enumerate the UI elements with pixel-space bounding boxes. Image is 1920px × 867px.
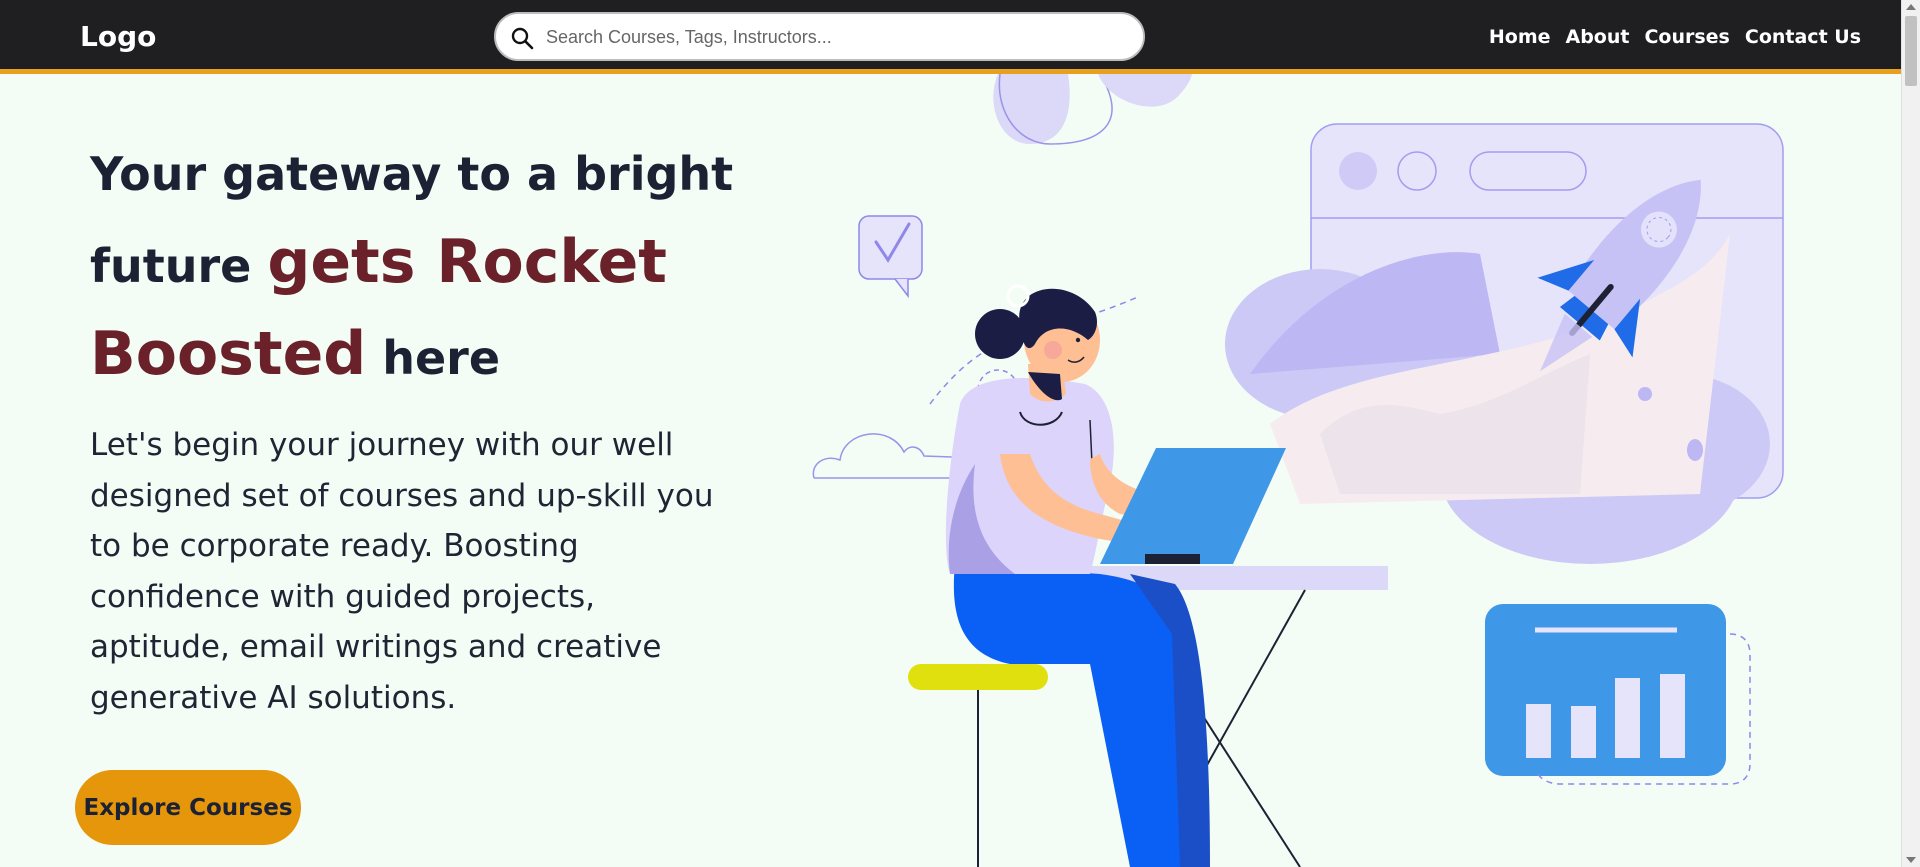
scroll-down-arrow-icon[interactable] — [1906, 857, 1916, 863]
scroll-up-arrow-icon[interactable] — [1906, 4, 1916, 10]
top-cloud-icon — [993, 74, 1192, 145]
hero-illustration — [812, 74, 1784, 867]
logo[interactable]: Logo — [80, 20, 156, 53]
nav-home-link[interactable]: Home — [1489, 26, 1551, 48]
navbar: Logo Home About Courses Contact Us — [0, 0, 1901, 74]
stats-card-icon — [1485, 604, 1751, 785]
stool-icon — [908, 664, 1048, 867]
hero-description: Let's begin your journey with our well d… — [90, 427, 714, 716]
nav-courses-link[interactable]: Courses — [1644, 26, 1729, 48]
hero-headline: Your gateway to a bright future gets Roc… — [90, 130, 770, 402]
scroll-thumb[interactable] — [1905, 16, 1917, 86]
main-nav: Home About Courses Contact Us — [1489, 26, 1861, 48]
search-input[interactable] — [546, 20, 1126, 54]
nav-about-link[interactable]: About — [1566, 26, 1630, 48]
search-bar[interactable] — [494, 12, 1145, 61]
headline-text-end: here — [382, 331, 501, 385]
page-scrollbar[interactable] — [1901, 0, 1920, 867]
search-icon — [511, 27, 534, 50]
check-bubble-icon — [858, 215, 923, 299]
explore-courses-button[interactable]: Explore Courses — [75, 770, 301, 845]
nav-contact-us-link[interactable]: Contact Us — [1745, 26, 1861, 48]
